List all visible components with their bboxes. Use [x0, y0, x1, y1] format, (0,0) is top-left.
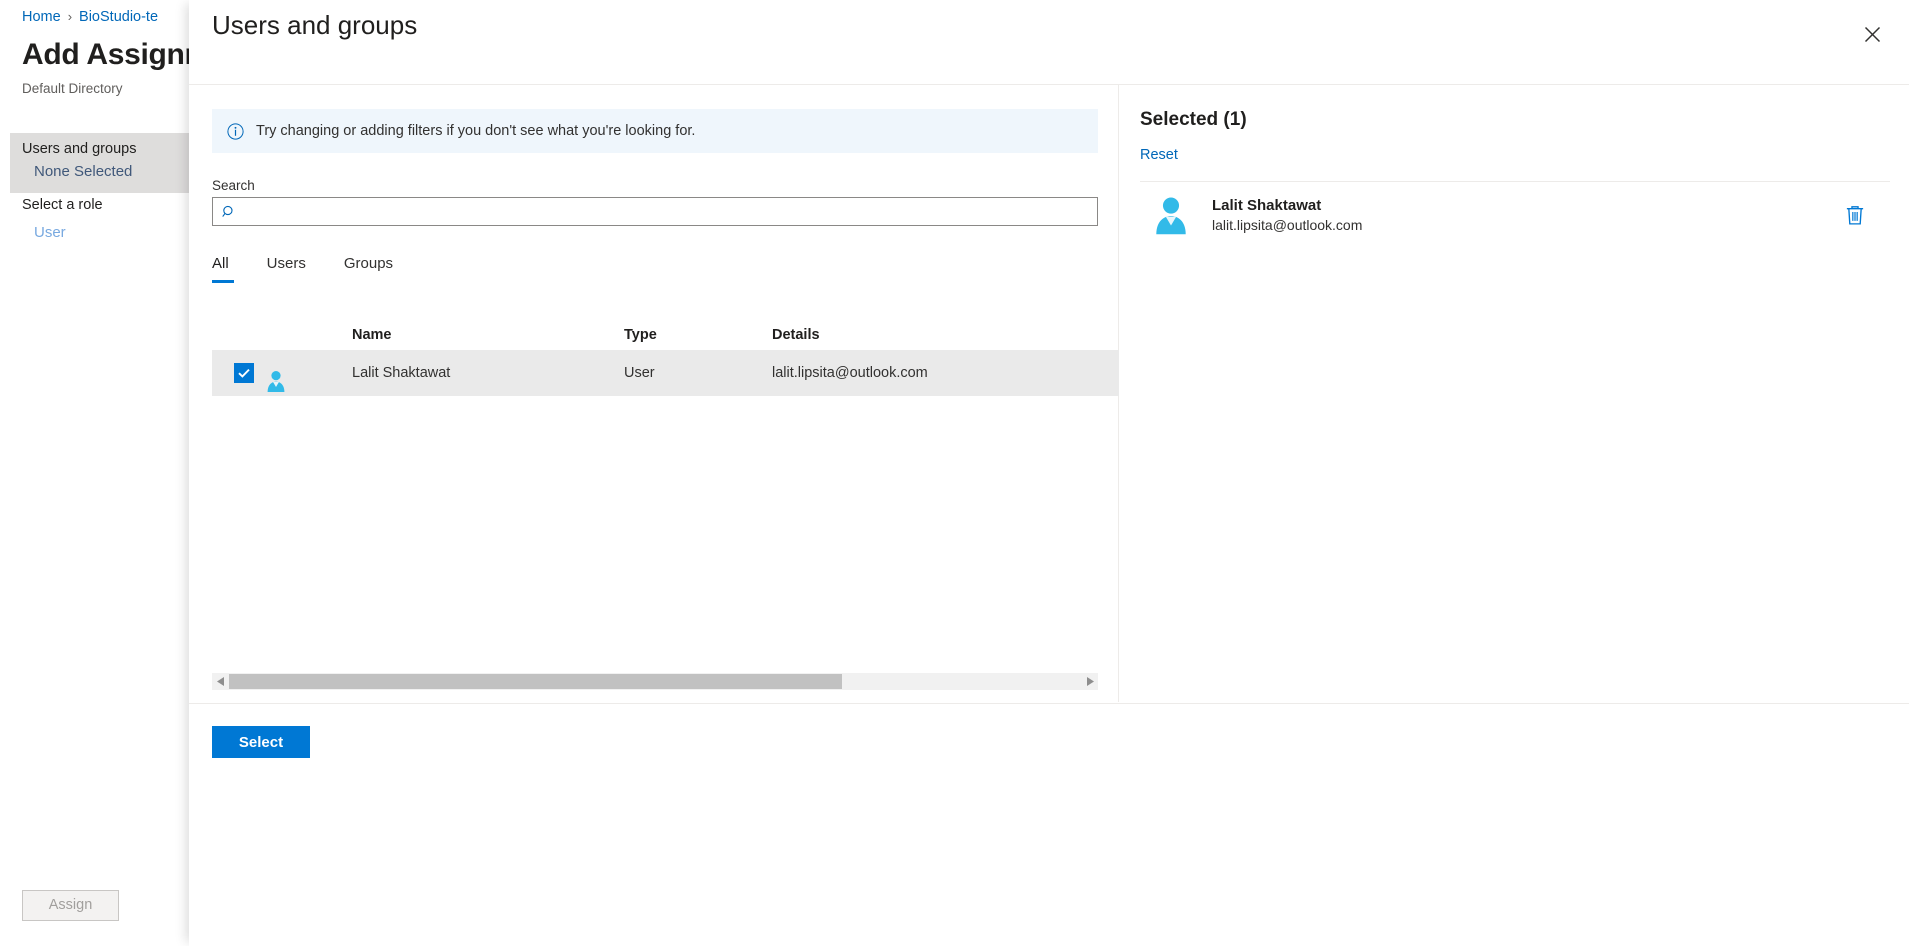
panel-header: Users and groups	[189, 0, 1909, 85]
selected-item-info: Lalit Shaktawat lalit.lipsita@outlook.co…	[1212, 196, 1842, 234]
tab-all[interactable]: All	[212, 255, 237, 283]
row-avatar-cell	[264, 353, 352, 393]
selected-title: Selected (1)	[1140, 109, 1247, 130]
info-banner: Try changing or adding filters if you do…	[212, 109, 1098, 153]
search-icon	[222, 205, 236, 219]
table-header-row: Name Type Details	[212, 320, 1119, 350]
results-table: Name Type Details Lalit Shaktawat User l…	[212, 320, 1119, 396]
user-avatar-icon	[264, 369, 352, 393]
list-pane: Try changing or adding filters if you do…	[189, 85, 1119, 702]
search-label: Search	[212, 178, 255, 193]
users-and-groups-panel: Users and groups Try changing or adding …	[189, 0, 1909, 946]
chevron-right-icon[interactable]	[1081, 673, 1098, 690]
breadcrumb: Home › BioStudio-te	[22, 9, 158, 25]
panel-title: Users and groups	[212, 10, 418, 40]
scrollbar-track[interactable]	[229, 673, 1081, 690]
tab-groups[interactable]: Groups	[344, 255, 401, 283]
horizontal-scrollbar[interactable]	[212, 673, 1098, 690]
assign-button[interactable]: Assign	[22, 890, 119, 921]
trash-icon[interactable]	[1842, 202, 1868, 228]
row-checkbox-cell	[212, 363, 264, 383]
row-name: Lalit Shaktawat	[352, 365, 451, 381]
row-details: lalit.lipsita@outlook.com	[772, 365, 928, 381]
breadcrumb-item-biostudio[interactable]: BioStudio-te	[79, 9, 158, 25]
select-button[interactable]: Select	[212, 726, 310, 758]
panel-body: Try changing or adding filters if you do…	[189, 85, 1909, 702]
selected-item-name: Lalit Shaktawat	[1212, 196, 1322, 214]
search-input[interactable]	[243, 198, 1097, 225]
tab-users[interactable]: Users	[267, 255, 314, 283]
search-box[interactable]	[212, 197, 1098, 226]
reset-link[interactable]: Reset	[1140, 147, 1178, 163]
list-item[interactable]: Lalit Shaktawat lalit.lipsita@outlook.co…	[1140, 182, 1890, 248]
page-title: Add Assignm	[22, 38, 211, 71]
selected-pane: Selected (1) Reset Lalit Shaktawat lalit…	[1120, 85, 1909, 702]
table-header-details: Details	[772, 327, 820, 343]
row-checkbox[interactable]	[234, 363, 254, 383]
chevron-right-icon: ›	[67, 9, 73, 24]
breadcrumb-item-home[interactable]: Home	[22, 9, 61, 25]
panel-footer: Select	[189, 703, 1909, 946]
selected-list: Lalit Shaktawat lalit.lipsita@outlook.co…	[1140, 181, 1890, 248]
user-avatar-icon	[1150, 194, 1192, 236]
info-banner-text: Try changing or adding filters if you do…	[256, 123, 696, 139]
info-circle-icon	[227, 122, 244, 140]
table-header-name: Name	[352, 327, 392, 343]
page-subtitle: Default Directory	[22, 81, 123, 96]
table-row[interactable]: Lalit Shaktawat User lalit.lipsita@outlo…	[212, 350, 1119, 396]
scrollbar-thumb[interactable]	[229, 674, 843, 689]
selected-item-email: lalit.lipsita@outlook.com	[1212, 216, 1363, 233]
table-header-type: Type	[624, 327, 657, 343]
chevron-left-icon[interactable]	[212, 673, 229, 690]
filter-tabs: All Users Groups	[212, 255, 431, 283]
close-icon[interactable]	[1853, 15, 1891, 53]
row-type: User	[624, 365, 655, 381]
